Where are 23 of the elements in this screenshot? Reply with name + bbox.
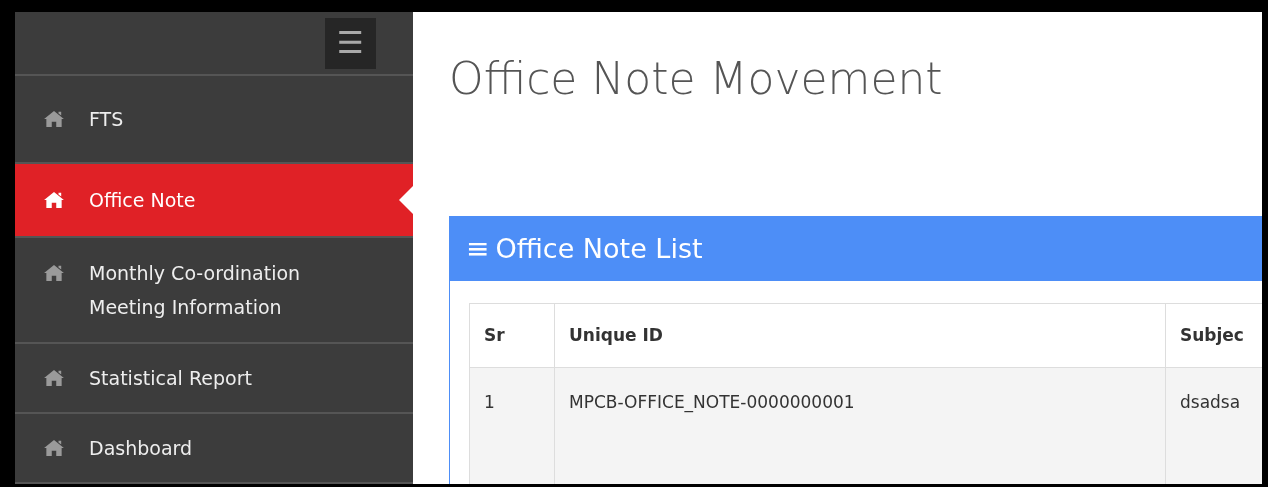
- sidebar-item[interactable]: Office Note: [15, 164, 413, 238]
- column-header: Sr: [469, 303, 555, 368]
- sidebar-item-label: Statistical Report: [89, 366, 252, 391]
- home-icon: [43, 191, 65, 209]
- sidebar-item[interactable]: Statistical Report: [15, 344, 413, 414]
- sidebar-item-label: Office Note: [89, 188, 196, 213]
- sidebar-item-label: Dashboard: [89, 436, 193, 461]
- home-icon: [43, 264, 65, 282]
- table-cell: 1: [469, 367, 555, 484]
- column-header: Subjec: [1165, 303, 1262, 368]
- page-title: Office Note Movement: [449, 52, 944, 106]
- home-icon: [43, 369, 65, 387]
- menu-button[interactable]: ☰: [325, 17, 376, 69]
- home-icon: [43, 439, 65, 457]
- column-header: Unique ID: [554, 303, 1166, 368]
- home-icon: [43, 110, 65, 128]
- sidebar-item-label: Monthly Co-ordination Meeting Information: [89, 261, 302, 320]
- active-pointer: [399, 186, 413, 214]
- list-icon: ≡: [466, 235, 490, 263]
- sidebar-item[interactable]: Monthly Co-ordination Meeting Information: [15, 238, 413, 344]
- sidebar-item[interactable]: Dashboard: [15, 414, 413, 484]
- panel-title: Office Note List: [495, 231, 703, 266]
- sidebar-item-label: FTS: [89, 107, 124, 132]
